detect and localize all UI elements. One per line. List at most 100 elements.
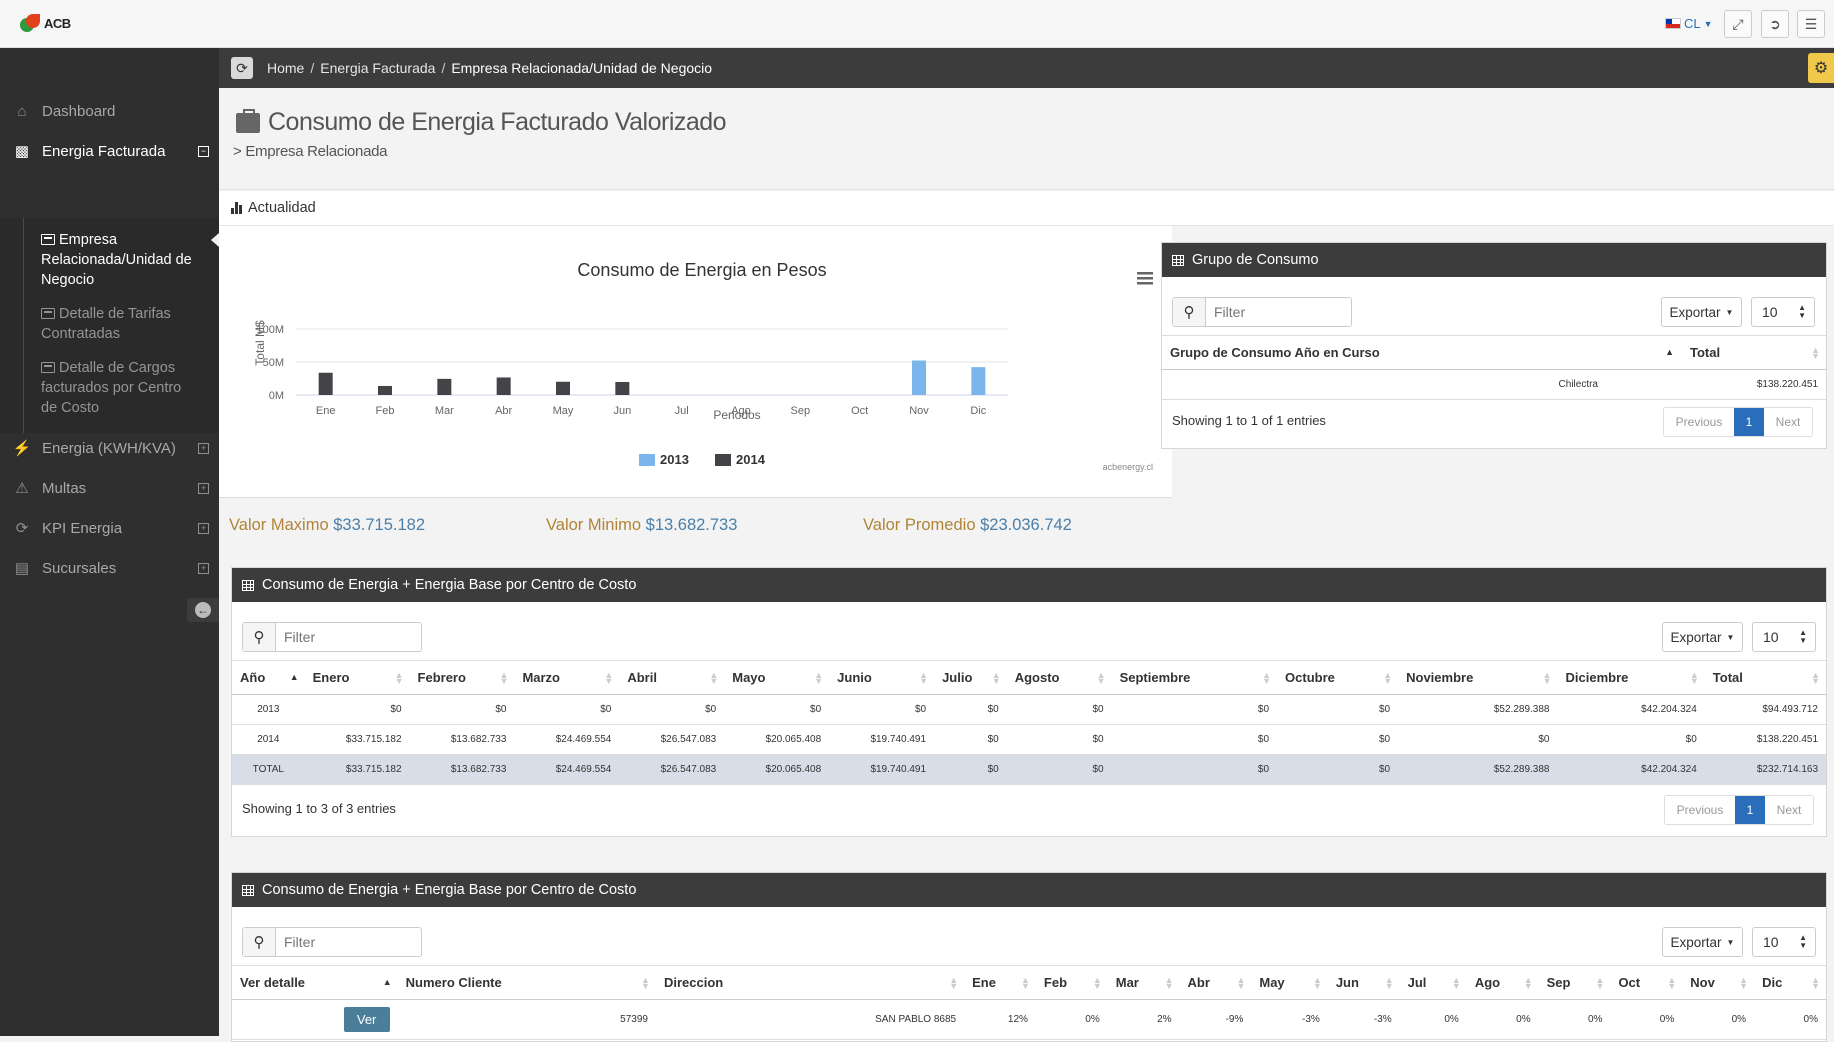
menu-button[interactable]: ☰ <box>1797 10 1825 38</box>
legend-label[interactable]: 2013 <box>660 452 689 467</box>
column-header[interactable]: Total ▲ ▼ <box>1682 335 1826 370</box>
export-button[interactable]: Exportar ▼ <box>1662 927 1743 957</box>
subitem-detalle-cargos[interactable]: Detalle de Cargos facturados por Centro … <box>41 358 201 418</box>
filter-input[interactable] <box>1206 298 1346 326</box>
column-header-agosto[interactable]: Agosto ▲ ▼ <box>1006 660 1112 695</box>
bar-2013-nov[interactable] <box>912 360 926 395</box>
grupo-consumo-panel: Grupo de Consumo ⚲ Exportar ▼ 10 ▲▼ Grupo … <box>1161 242 1827 449</box>
previous-button[interactable]: Previous <box>1665 796 1735 824</box>
table-cell: 0% <box>1682 999 1755 1040</box>
column-header[interactable]: Grupo de Consumo Año en Curso ▲ <box>1162 335 1682 370</box>
column-header-diciembre[interactable]: Diciembre ▲ ▼ <box>1557 660 1705 695</box>
subitem-empresa-relacionada[interactable]: Empresa Relacionada/Unidad de Negocio <box>41 230 201 290</box>
sort-icon: ▲ ▼ <box>1542 670 1552 686</box>
column-header[interactable]: Feb ▲ ▼ <box>1035 965 1108 1000</box>
sidebar-item-kpi-energia[interactable]: ⟳ KPI Energia + <box>0 515 219 541</box>
logout-button[interactable]: ➲ <box>1761 10 1789 38</box>
table-icon <box>242 884 254 896</box>
column-header[interactable]: Abr ▲ ▼ <box>1179 965 1252 1000</box>
ver-detalle-button[interactable]: Ver <box>343 1007 390 1032</box>
page-size-select[interactable]: 10 ▲ ▼ <box>1751 297 1815 327</box>
chart-credit[interactable]: acbenergy.cl <box>1103 462 1153 472</box>
collapse-sidebar-button[interactable]: ← <box>187 598 219 622</box>
filter-input[interactable] <box>276 928 416 956</box>
page-1-button[interactable]: 1 <box>1734 408 1764 436</box>
sign-out-icon: ➲ <box>1769 15 1781 32</box>
expand-plus-icon[interactable]: + <box>198 562 209 574</box>
export-button[interactable]: Exportar ▼ <box>1661 297 1742 327</box>
column-label: Julio <box>942 670 973 685</box>
bar-2014-mar[interactable] <box>437 378 452 395</box>
column-header[interactable]: Ene ▲ ▼ <box>964 965 1036 1000</box>
subitem-detalle-tarifas[interactable]: Detalle de Tarifas Contratadas <box>41 304 201 344</box>
next-button[interactable]: Next <box>1764 408 1812 436</box>
expand-plus-icon[interactable]: + <box>198 482 209 494</box>
breadcrumb-energia-facturada[interactable]: Energia Facturada <box>320 60 435 76</box>
export-button[interactable]: Exportar ▼ <box>1662 622 1743 652</box>
expand-plus-icon[interactable]: + <box>198 522 209 534</box>
refresh-icon[interactable]: ⟳ <box>231 57 253 79</box>
breadcrumb-current: Empresa Relacionada/Unidad de Negocio <box>451 60 713 76</box>
next-button[interactable]: Next <box>1765 796 1813 824</box>
column-header-marzo[interactable]: Marzo ▲ ▼ <box>514 660 620 695</box>
bar-2013-dic[interactable] <box>971 367 986 395</box>
x-tick-label: Sep <box>791 405 811 417</box>
column-header[interactable]: Jun ▲ ▼ <box>1327 965 1400 1000</box>
sidebar-item-sucursales[interactable]: ▤ Sucursales + <box>0 555 219 581</box>
column-header-septiembre[interactable]: Septiembre ▲ ▼ <box>1111 660 1278 695</box>
column-header-enero[interactable]: Enero ▲ ▼ <box>304 660 410 695</box>
bar-2014-abr[interactable] <box>496 377 511 395</box>
fullscreen-button[interactable]: ⤢ <box>1724 10 1752 38</box>
bar-2014-jun[interactable] <box>615 381 630 395</box>
column-header-mayo[interactable]: Mayo ▲ ▼ <box>724 660 830 695</box>
column-header[interactable]: Direccion ▲ ▼ <box>655 965 965 1000</box>
bar-2014-may[interactable] <box>556 381 570 395</box>
column-header-año[interactable]: Año ▲ <box>232 660 305 695</box>
column-header[interactable]: Ago ▲ ▼ <box>1466 965 1539 1000</box>
table-cell: 0% <box>1035 999 1108 1040</box>
column-header-total[interactable]: Total ▲ ▼ <box>1704 660 1826 695</box>
top-bar: ACB CL ▼ ⤢ ➲ ☰ <box>0 0 1834 48</box>
sidebar-item-dashboard[interactable]: ⌂ Dashboard <box>0 98 219 124</box>
column-header-julio[interactable]: Julio ▲ ▼ <box>934 660 1007 695</box>
table-cell: $138.220.451 <box>1704 724 1826 755</box>
expand-plus-icon[interactable]: + <box>198 442 209 454</box>
legend-label[interactable]: 2014 <box>736 452 766 467</box>
column-label: Dic <box>1762 975 1783 990</box>
column-header[interactable]: May ▲ ▼ <box>1251 965 1328 1000</box>
chart-menu-icon[interactable] <box>1137 272 1153 285</box>
column-label: Jul <box>1407 975 1427 990</box>
updown-icon: ▲ ▼ <box>1799 933 1807 950</box>
column-header-noviembre[interactable]: Noviembre ▲ ▼ <box>1398 660 1558 695</box>
language-selector[interactable]: CL ▼ <box>1665 16 1713 31</box>
column-header[interactable]: Mar ▲ ▼ <box>1107 965 1180 1000</box>
column-label: Jun <box>1335 975 1359 990</box>
column-header[interactable]: Jul ▲ ▼ <box>1399 965 1467 1000</box>
settings-gear-icon[interactable]: ⚙ <box>1808 53 1834 83</box>
breadcrumb-home[interactable]: Home <box>267 60 304 76</box>
sidebar-item-energia-facturada[interactable]: ▩ Energia Facturada − <box>0 138 219 164</box>
filter-input[interactable] <box>276 623 416 651</box>
collapse-minus-icon[interactable]: − <box>198 145 209 157</box>
column-header-febrero[interactable]: Febrero ▲ ▼ <box>409 660 515 695</box>
table-cell: $42.204.324 <box>1557 754 1705 785</box>
column-header[interactable]: Ver detalle ▲ <box>232 965 398 1000</box>
column-header[interactable]: Nov ▲ ▼ <box>1682 965 1755 1000</box>
column-header-abril[interactable]: Abril ▲ ▼ <box>619 660 725 695</box>
column-header[interactable]: Numero Cliente ▲ ▼ <box>397 965 656 1000</box>
bar-2014-feb[interactable] <box>378 385 392 395</box>
column-header-octubre[interactable]: Octubre ▲ ▼ <box>1277 660 1399 695</box>
page-size-select[interactable]: 10 ▲ ▼ <box>1752 927 1816 957</box>
sidebar-item-multas[interactable]: ⚠ Multas + <box>0 475 219 501</box>
column-header[interactable]: Oct ▲ ▼ <box>1610 965 1683 1000</box>
column-header-junio[interactable]: Junio ▲ ▼ <box>829 660 935 695</box>
column-header[interactable]: Sep ▲ ▼ <box>1538 965 1611 1000</box>
sidebar-item-energia-kwh[interactable]: ⚡ Energia (KWH/KVA) + <box>0 435 219 461</box>
page-size-select[interactable]: 10 ▲ ▼ <box>1752 622 1816 652</box>
acb-logo[interactable]: ACB <box>20 12 71 34</box>
stat-value: $13.682.733 <box>645 516 738 534</box>
page-1-button[interactable]: 1 <box>1735 796 1765 824</box>
previous-button[interactable]: Previous <box>1664 408 1734 436</box>
bar-2014-ene[interactable] <box>318 372 333 395</box>
column-header[interactable]: Dic ▲ ▼ <box>1754 965 1826 1000</box>
